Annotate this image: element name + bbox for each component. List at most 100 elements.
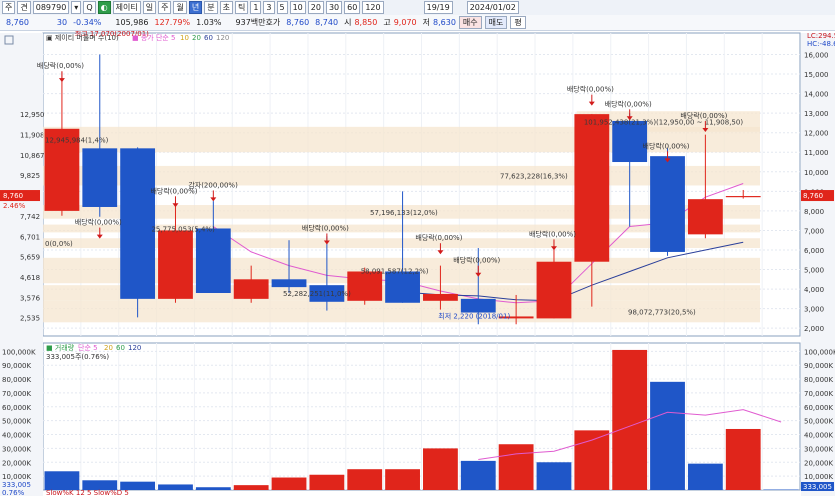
price-ma-period: 60 xyxy=(204,34,213,42)
toolbar-button-19[interactable]: 30 xyxy=(325,1,343,14)
toolbar-button-12[interactable]: 초 xyxy=(219,1,233,14)
band-label: 57,196,133(12,0%) xyxy=(370,209,438,217)
volume-left-rate: 0.76% xyxy=(2,489,25,496)
band-label: 58,091,587(12,2%) xyxy=(361,268,429,276)
left-level-label: 12,950 xyxy=(20,111,45,119)
annotation-label: 감자(200,00%) xyxy=(188,180,238,189)
left-axis-bg xyxy=(0,33,43,496)
page-indicator: 19/19 xyxy=(423,1,453,14)
toolbar-button-11[interactable]: 분 xyxy=(204,1,218,14)
quote-low-label: 저 xyxy=(422,18,430,27)
annotation-label: 배당락(0,00%) xyxy=(37,61,84,70)
quote-high: 9,070 xyxy=(393,18,417,27)
annotation-label: 배당락(0,00%) xyxy=(680,111,727,120)
candle-body xyxy=(158,230,193,299)
volume-tick-label-right: 70,000K xyxy=(804,390,833,398)
toolbar-button-16[interactable]: 5 xyxy=(276,1,288,14)
candle-body xyxy=(423,293,458,301)
toolbar-button-17[interactable]: 10 xyxy=(289,1,306,14)
volume-bar xyxy=(385,469,420,490)
toolbar-button-21[interactable]: 120 xyxy=(362,1,384,14)
volume-bar xyxy=(536,462,572,490)
volume-bar xyxy=(574,430,610,490)
volume-bar xyxy=(650,381,685,490)
price-tick-label: 5,000 xyxy=(804,267,824,275)
price-tick-label: 7,000 xyxy=(804,227,824,235)
quote-ask: 8,760 xyxy=(286,18,310,27)
toolbar-button-3[interactable]: ▾ xyxy=(71,1,82,14)
annotation-label: 배당락(0,00%) xyxy=(453,256,500,265)
toolbar-button-20[interactable]: 60 xyxy=(344,1,361,14)
buy-button[interactable]: 매수 xyxy=(458,16,482,29)
toolbar-button-15[interactable]: 3 xyxy=(263,1,275,14)
quote-volume: 105,986 xyxy=(115,18,149,27)
candle-body xyxy=(347,271,383,301)
volume-tick-label-right: 30,000K xyxy=(804,445,833,453)
left-level-label: 6,701 xyxy=(20,233,40,241)
quote-open-label: 시 xyxy=(344,18,352,27)
toolbar-button-10[interactable]: 년 xyxy=(188,1,203,14)
price-tick-label: 16,000 xyxy=(804,52,829,60)
quote-open: 8,850 xyxy=(354,18,378,27)
toolbar-button-18[interactable]: 20 xyxy=(307,1,324,14)
volume-tick-label-left: 60,000K xyxy=(2,404,31,412)
volume-tick-label-left: 50,000K xyxy=(2,418,31,426)
volume-tick-label-right: 90,000K xyxy=(804,362,833,370)
toolbar-button-9[interactable]: 월 xyxy=(173,1,187,14)
volume-tick-label-left: 40,000K xyxy=(2,432,31,440)
candle-body xyxy=(574,114,610,262)
candle-body xyxy=(385,271,420,303)
toolbar-button-14[interactable]: 1 xyxy=(250,1,262,14)
volume-current-tag-label: 333,005 xyxy=(803,483,832,491)
volume-bar xyxy=(498,444,534,490)
price-legend-title: ▣ 제이티 머물며 수(10) xyxy=(46,33,119,42)
toolbar-button-8[interactable]: 주 xyxy=(158,1,172,14)
quote-amount: 937백만 xyxy=(235,18,266,27)
toolbar-button-4[interactable]: Q xyxy=(83,1,96,14)
toolbar-button-5[interactable]: ◐ xyxy=(97,1,111,14)
band-label: 25,775,053(5,4%) xyxy=(151,225,215,233)
quote-bid: 8,740 xyxy=(315,18,339,27)
left-level-label: 2,535 xyxy=(20,315,40,323)
volume-tick-label-left: 70,000K xyxy=(2,390,31,398)
toolbar-button-6[interactable]: 제이티 xyxy=(112,1,141,14)
volume-tick-label-right: 50,000K xyxy=(804,418,833,426)
annotation-label: 배당락(0,00%) xyxy=(75,218,122,227)
volume-ma-period: 120 xyxy=(128,344,141,352)
volume-tick-label-right: 60,000K xyxy=(804,404,833,412)
candle-body xyxy=(233,279,269,299)
date-field[interactable]: 2024/01/02 xyxy=(466,1,519,14)
volume-bar xyxy=(309,474,345,490)
band-label: 77,623,228(16,3%) xyxy=(500,173,568,181)
quote-change: 30 xyxy=(56,18,68,27)
price-tick-label: 10,000 xyxy=(804,169,829,177)
volume-tick-label-right: 10,000K xyxy=(804,473,833,481)
sell-button[interactable]: 매도 xyxy=(484,16,508,29)
price-tick-label: 11,000 xyxy=(804,149,829,157)
quote-rate: -0.34% xyxy=(73,18,102,27)
candle-body xyxy=(650,156,685,252)
volume-tick-label-left: 90,000K xyxy=(2,362,31,370)
candle-body xyxy=(687,199,723,235)
toolbar-button-0[interactable]: 주 xyxy=(2,1,16,14)
price-ma-period: 120 xyxy=(216,34,229,42)
quote-high-label: 고 xyxy=(383,18,391,27)
right-axis-bg xyxy=(801,33,835,496)
price-tick-label: 8,000 xyxy=(804,208,824,216)
volume-bar xyxy=(423,448,458,490)
quote-bar: 8,760 30 -0.34% 105,986 127.79% 1.03% 93… xyxy=(0,15,835,31)
left-level-label: 5,659 xyxy=(20,254,40,262)
volume-tick-label-right: 80,000K xyxy=(804,376,833,384)
toolbar-button-2[interactable]: 089790 xyxy=(32,1,70,14)
volume-tick-label-right: 100,000K xyxy=(804,348,835,356)
annotation-label: 최저 2,220 (2018/01) xyxy=(438,311,510,320)
toolbar-button-1[interactable]: 견 xyxy=(17,1,31,14)
chart-toolbar: 주 견 089790 ▾ Q ◐ 제이티 일 주 월 년 분 초 틱 1 3 5 10 20 30 60 120 19/19… xyxy=(0,0,835,16)
volume-bar xyxy=(195,487,231,490)
toolbar-button-7[interactable]: 일 xyxy=(142,1,157,14)
price-ma-period: 10 xyxy=(180,34,189,42)
toolbar-button-13[interactable]: 틱 xyxy=(234,1,249,14)
quote-price: 8,760 xyxy=(6,18,29,27)
band-label: 52,282,251(11,0%) xyxy=(283,290,351,298)
eval-button[interactable]: 평 xyxy=(510,16,526,29)
